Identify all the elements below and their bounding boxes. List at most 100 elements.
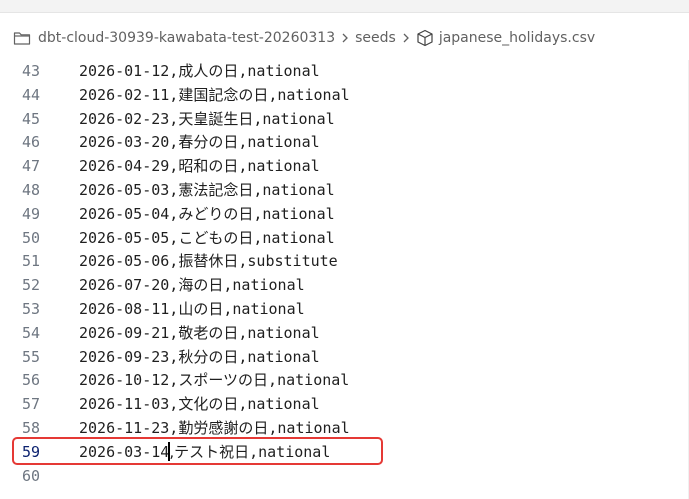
line-content[interactable]: 2026-09-21,敬老の日,national	[79, 322, 320, 346]
code-line[interactable]: 55 2026-09-23,秋分の日,national	[0, 346, 689, 370]
line-number: 44	[21, 85, 41, 104]
line-number: 58	[21, 418, 41, 437]
line-content[interactable]: 2026-03-14,テスト祝日,national	[79, 441, 330, 465]
csv-type: ,national	[249, 442, 331, 461]
breadcrumb-project[interactable]: dbt-cloud-30939-kawabata-test-20260313	[38, 30, 335, 46]
code-line[interactable]: 57 2026-11-03,文化の日,national	[0, 393, 689, 417]
line-content[interactable]: 2026-05-06,振替休日,substitute	[79, 250, 338, 274]
line-content[interactable]: 2026-11-03,文化の日,national	[79, 393, 320, 417]
line-content[interactable]: 2026-11-23,勤労感謝の日,national	[79, 417, 350, 441]
code-line[interactable]: 50 2026-05-05,こどもの日,national	[0, 227, 689, 251]
csv-holiday-name: 文化の日	[178, 395, 239, 414]
cube-icon	[416, 29, 434, 47]
csv-date: 2026-07-20,	[79, 276, 179, 295]
csv-holiday-name: 昭和の日	[178, 157, 239, 176]
csv-holiday-name: スポーツの日	[178, 371, 269, 390]
csv-type: ,national	[238, 62, 320, 80]
code-line[interactable]: 54 2026-09-21,敬老の日,national	[0, 322, 689, 346]
csv-type: ,national	[268, 418, 350, 437]
line-content[interactable]: 2026-02-23,天皇誕生日,national	[79, 108, 335, 132]
csv-holiday-name: 勤労感謝の日	[178, 418, 269, 437]
chevron-right-icon	[338, 32, 352, 44]
line-number: 55	[21, 347, 41, 366]
line-content[interactable]: 2026-04-29,昭和の日,national	[79, 155, 320, 179]
csv-holiday-name: 成人の日	[178, 62, 239, 80]
code-line[interactable]: 51 2026-05-06,振替休日,substitute	[0, 250, 689, 274]
code-line[interactable]: 52 2026-07-20,海の日,national	[0, 274, 689, 298]
line-number: 51	[21, 252, 41, 271]
line-number: 49	[21, 204, 41, 223]
csv-date: 2026-02-23,	[79, 109, 179, 128]
line-content[interactable]: 2026-08-11,山の日,national	[79, 298, 305, 322]
code-line[interactable]: 47 2026-04-29,昭和の日,national	[0, 155, 689, 179]
csv-type: ,national	[223, 276, 305, 295]
csv-type: ,national	[238, 157, 320, 176]
code-line[interactable]: 60	[0, 465, 689, 489]
csv-date: 2026-05-03,	[79, 180, 179, 199]
csv-date: 2026-10-12,	[79, 371, 179, 390]
line-number-active: 59	[21, 442, 41, 461]
csv-date: 2026-09-21,	[79, 323, 179, 342]
top-strip	[0, 0, 689, 12]
csv-type: ,national	[238, 323, 320, 342]
csv-date: 2026-05-05,	[79, 228, 179, 247]
csv-holiday-name: 振替休日	[178, 252, 239, 271]
csv-holiday-name: こどもの日	[178, 228, 254, 247]
line-content[interactable]: 2026-02-11,建国記念の日,national	[79, 84, 350, 108]
code-editor[interactable]: 43 2026-01-12,成人の日,national 44 2026-02-1…	[0, 60, 689, 488]
line-content[interactable]: 2026-10-12,スポーツの日,national	[79, 369, 349, 393]
line-number: 54	[21, 323, 41, 342]
csv-type: ,national	[253, 109, 335, 128]
line-number: 50	[21, 228, 41, 247]
code-line[interactable]: 53 2026-08-11,山の日,national	[0, 298, 689, 322]
csv-holiday-name: みどりの日	[178, 204, 254, 223]
csv-holiday-name: ,テスト祝日	[169, 442, 250, 461]
csv-type: ,national	[238, 133, 320, 152]
csv-date: 2026-05-04,	[79, 204, 179, 223]
csv-date: 2026-11-23,	[79, 418, 179, 437]
top-divider	[0, 12, 689, 13]
csv-date: 2026-01-12,	[79, 62, 179, 80]
line-number: 46	[21, 133, 41, 152]
breadcrumb-file[interactable]: japanese_holidays.csv	[439, 30, 595, 46]
code-line[interactable]: 45 2026-02-23,天皇誕生日,national	[0, 108, 689, 132]
line-number: 48	[21, 180, 41, 199]
csv-holiday-name: 憲法記念日	[178, 180, 254, 199]
csv-date: 2026-03-14	[79, 442, 170, 461]
code-line[interactable]: 44 2026-02-11,建国記念の日,national	[0, 84, 689, 108]
csv-type: ,national	[268, 371, 350, 390]
code-line[interactable]: 49 2026-05-04,みどりの日,national	[0, 203, 689, 227]
csv-holiday-name: 海の日	[178, 276, 224, 295]
csv-date: 2026-08-11,	[79, 299, 179, 318]
breadcrumb: dbt-cloud-30939-kawabata-test-20260313 s…	[12, 27, 595, 49]
csv-holiday-name: 敬老の日	[178, 323, 239, 342]
csv-type: ,national	[268, 85, 350, 104]
line-number: 47	[21, 157, 41, 176]
csv-type: ,national	[253, 204, 335, 223]
code-line[interactable]: 43 2026-01-12,成人の日,national	[0, 60, 689, 84]
csv-type: ,substitute	[238, 252, 338, 271]
csv-type: ,national	[253, 228, 335, 247]
code-line[interactable]: 56 2026-10-12,スポーツの日,national	[0, 369, 689, 393]
code-line[interactable]: 48 2026-05-03,憲法記念日,national	[0, 179, 689, 203]
line-content[interactable]: 2026-01-12,成人の日,national	[79, 60, 320, 84]
code-line-active[interactable]: 59 2026-03-14,テスト祝日,national	[0, 441, 689, 465]
code-line[interactable]: 46 2026-03-20,春分の日,national	[0, 131, 689, 155]
line-content[interactable]: 2026-05-05,こどもの日,national	[79, 227, 335, 251]
csv-date: 2026-04-29,	[79, 157, 179, 176]
code-line[interactable]: 58 2026-11-23,勤労感謝の日,national	[0, 417, 689, 441]
line-content[interactable]: 2026-09-23,秋分の日,national	[79, 346, 320, 370]
chevron-right-icon	[399, 32, 413, 44]
csv-type: ,national	[238, 395, 320, 414]
breadcrumb-seeds[interactable]: seeds	[355, 30, 396, 46]
line-content[interactable]: 2026-05-04,みどりの日,national	[79, 203, 335, 227]
csv-date: 2026-03-20,	[79, 133, 179, 152]
csv-date: 2026-09-23,	[79, 347, 179, 366]
line-content[interactable]: 2026-07-20,海の日,national	[79, 274, 305, 298]
line-content[interactable]: 2026-05-03,憲法記念日,national	[79, 179, 335, 203]
csv-date: 2026-02-11,	[79, 85, 179, 104]
csv-holiday-name: 建国記念の日	[178, 85, 269, 104]
folder-icon	[12, 28, 32, 48]
line-content[interactable]: 2026-03-20,春分の日,national	[79, 131, 320, 155]
csv-holiday-name: 天皇誕生日	[178, 109, 254, 128]
